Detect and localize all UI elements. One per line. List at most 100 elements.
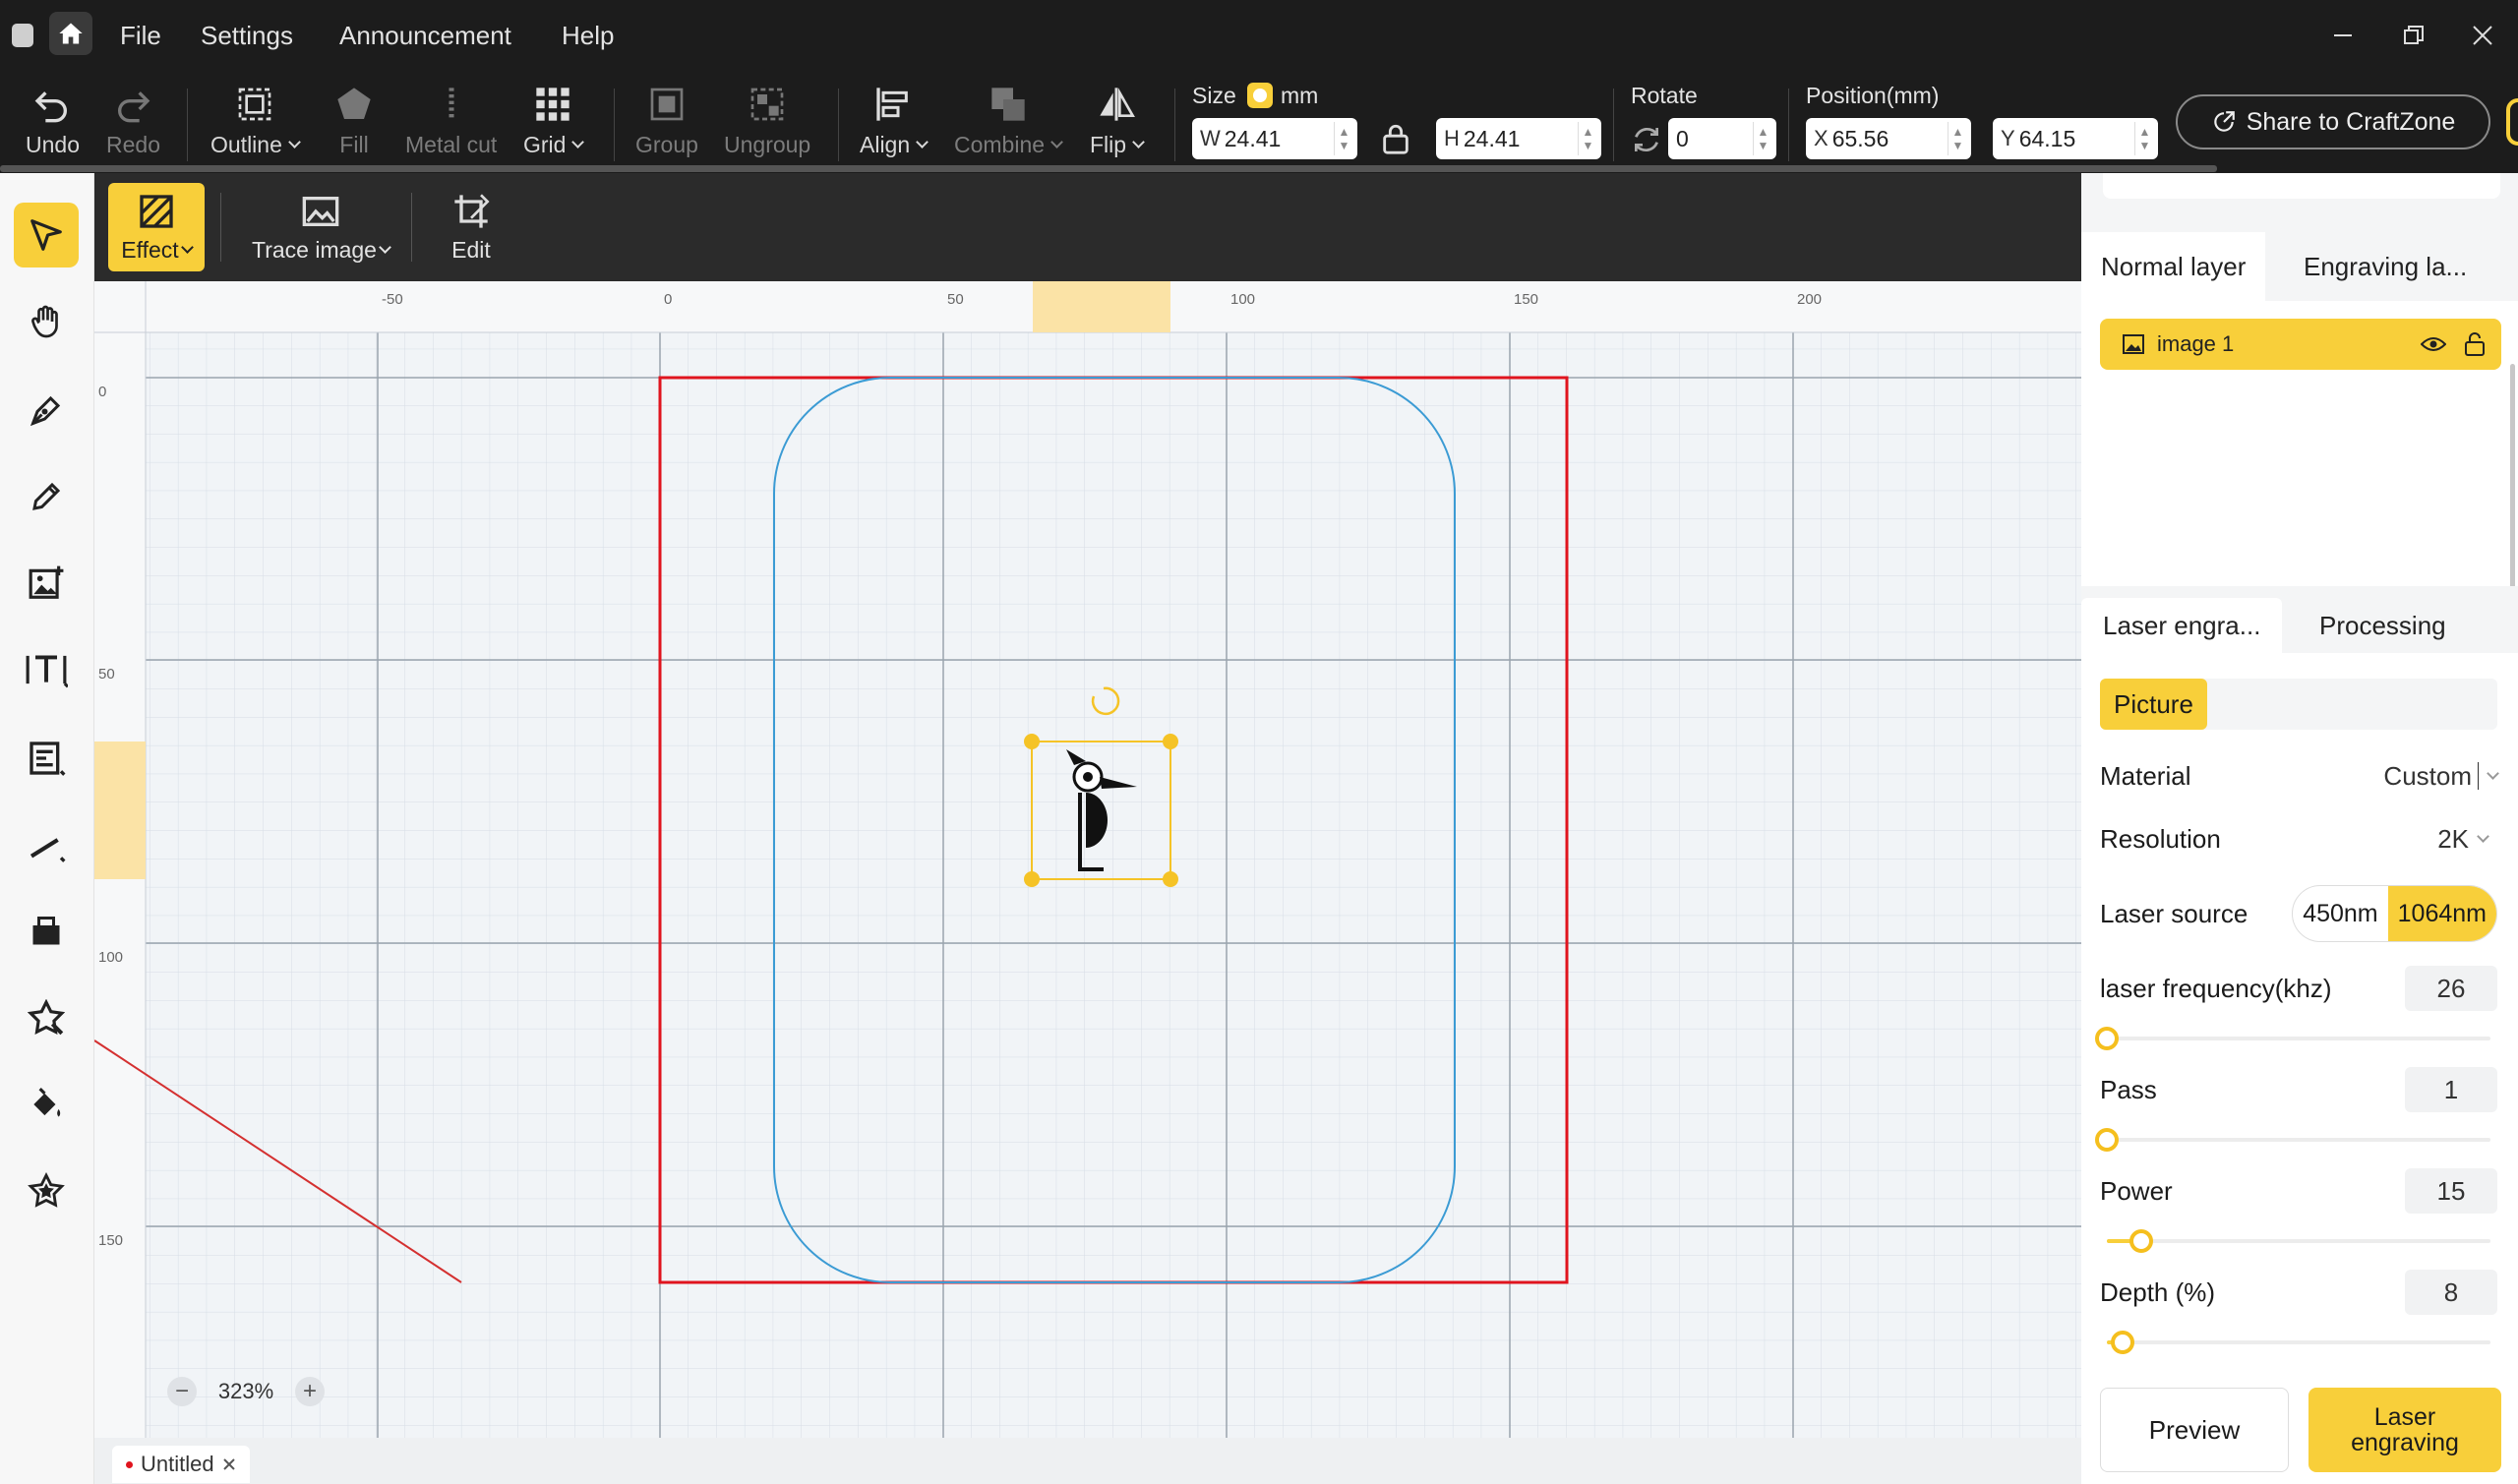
undo-button[interactable]: Undo [26, 81, 80, 158]
zoom-level: 323% [217, 1379, 274, 1403]
laser-engraving-button[interactable]: Laser engraving [2308, 1388, 2501, 1472]
redo-icon [118, 91, 150, 123]
laser-source-1064nm[interactable]: 1064nm [2387, 886, 2496, 941]
depth-row: Depth (%) 8 [2100, 1268, 2497, 1317]
line-tool[interactable] [14, 812, 79, 877]
y-position-field[interactable]: Y 64.15 ▲ ▼ [1993, 118, 2158, 159]
hand-icon [31, 305, 58, 338]
panel-scrollbar[interactable] [2510, 364, 2515, 590]
laser-source-450nm[interactable]: 450nm [2293, 886, 2387, 941]
laser-source-toggle[interactable]: 450nm 1064nm [2292, 885, 2497, 942]
combine-icon [990, 88, 1025, 121]
image-add-icon [29, 565, 64, 599]
toolbar-scrollbar[interactable] [0, 165, 2217, 172]
menu-help[interactable]: Help [562, 0, 614, 71]
rotate-field[interactable]: 0 ▲ ▼ [1668, 118, 1776, 159]
account-avatar[interactable] [2506, 98, 2518, 146]
visibility-eye-icon[interactable] [2421, 334, 2446, 354]
unlock-icon[interactable] [2464, 332, 2486, 356]
tab-engraving-layer[interactable]: Engraving la... [2284, 232, 2487, 301]
align-button[interactable]: Align [860, 81, 929, 158]
fill-button[interactable]: Fill [334, 81, 374, 158]
resolution-select[interactable]: 2K [2437, 824, 2497, 855]
close-window-button[interactable] [2465, 18, 2500, 53]
pen-tool[interactable] [14, 378, 79, 443]
resolution-row: Resolution 2K [2100, 814, 2497, 863]
frequency-input[interactable]: 26 [2405, 966, 2497, 1011]
layer-item[interactable]: image 1 [2100, 319, 2501, 370]
text-tool[interactable] [14, 637, 79, 702]
flip-button[interactable]: Flip [1090, 81, 1145, 158]
align-left-icon [876, 88, 908, 121]
star-badge-icon [28, 1172, 65, 1208]
grid-button[interactable]: Grid [523, 81, 585, 158]
x-stepper[interactable]: ▲ ▼ [1948, 122, 1967, 155]
tab-processing[interactable]: Processing [2298, 598, 2468, 653]
pencil-icon [32, 482, 61, 510]
tab-laser-engraving[interactable]: Laser engra... [2081, 598, 2283, 653]
select-tool[interactable] [14, 203, 79, 267]
flip-icon [1100, 88, 1135, 121]
preview-button[interactable]: Preview [2100, 1388, 2289, 1472]
ruler-tick: 0 [98, 384, 107, 400]
material-library-tool[interactable] [14, 1158, 79, 1223]
restore-button[interactable] [2396, 18, 2431, 53]
picture-mode-chip[interactable]: Picture [2100, 679, 2207, 730]
combine-button[interactable]: Combine [954, 81, 1063, 158]
minimize-button[interactable] [2325, 18, 2361, 53]
hand-tool[interactable] [14, 289, 79, 354]
x-position-field[interactable]: X 65.56 ▲ ▼ [1806, 118, 1971, 159]
ungroup-button[interactable]: Ungroup [724, 81, 810, 158]
power-input[interactable]: 15 [2405, 1168, 2497, 1214]
width-stepper[interactable]: ▲ ▼ [1334, 122, 1353, 155]
app-logo-icon [12, 24, 33, 47]
tab-normal-layer[interactable]: Normal layer [2081, 232, 2266, 301]
template-tool[interactable] [14, 726, 79, 791]
outline-button[interactable]: Outline [210, 81, 301, 158]
zoom-out-button[interactable]: − [167, 1377, 197, 1406]
redo-button[interactable]: Redo [106, 81, 160, 158]
unit-toggle[interactable] [1247, 83, 1273, 108]
rotate-stepper[interactable]: ▲ ▼ [1753, 122, 1772, 155]
image-layer-icon [2123, 334, 2144, 354]
pass-input[interactable]: 1 [2405, 1067, 2497, 1112]
y-stepper[interactable]: ▲ ▼ [2134, 122, 2154, 155]
metal-cut-button[interactable]: Metal cut [405, 81, 497, 158]
menu-file[interactable]: File [120, 0, 161, 71]
design-canvas[interactable]: -50 0 50 100 150 200 0 50 100 150 [94, 281, 2081, 1438]
depth-slider[interactable] [2107, 1331, 2490, 1354]
power-slider[interactable] [2107, 1229, 2490, 1253]
material-select[interactable]: Custom [2383, 761, 2499, 792]
pass-slider[interactable] [2095, 1128, 2490, 1152]
width-field[interactable]: W 24.41 ▲ ▼ [1192, 118, 1357, 159]
rotate-label: Rotate [1631, 83, 1698, 108]
pencil-tool[interactable] [14, 464, 79, 529]
home-button[interactable] [49, 12, 92, 55]
metal-cut-icon [449, 88, 454, 121]
magic-tool[interactable] [14, 985, 79, 1050]
text-icon [26, 655, 68, 688]
lock-aspect-button[interactable] [1379, 122, 1412, 160]
device-tool[interactable] [14, 899, 79, 964]
menu-settings[interactable]: Settings [201, 0, 293, 71]
menu-announcement[interactable]: Announcement [339, 0, 511, 71]
share-icon [2213, 111, 2235, 132]
close-tab-icon[interactable] [222, 1457, 236, 1471]
frequency-slider[interactable] [2095, 1027, 2490, 1050]
template-icon [30, 742, 66, 776]
outline-icon [238, 88, 271, 121]
height-field[interactable]: H 24.41 ▲ ▼ [1436, 118, 1601, 159]
group-button[interactable]: Group [635, 81, 698, 158]
edit-image-button[interactable]: Edit [427, 183, 515, 271]
depth-input[interactable]: 8 [2405, 1270, 2497, 1315]
pentagon-icon [337, 88, 371, 119]
add-image-tool[interactable] [14, 551, 79, 616]
document-tab[interactable]: Untitled [112, 1446, 250, 1483]
effect-button[interactable]: Effect [108, 183, 205, 271]
zoom-in-button[interactable]: + [295, 1377, 325, 1406]
share-to-craftzone-button[interactable]: Share to CraftZone [2176, 94, 2490, 149]
pen-nib-icon [30, 395, 61, 427]
height-stepper[interactable]: ▲ ▼ [1578, 122, 1597, 155]
fill-bucket-tool[interactable] [14, 1072, 79, 1137]
trace-image-button[interactable]: Trace image [242, 183, 399, 271]
